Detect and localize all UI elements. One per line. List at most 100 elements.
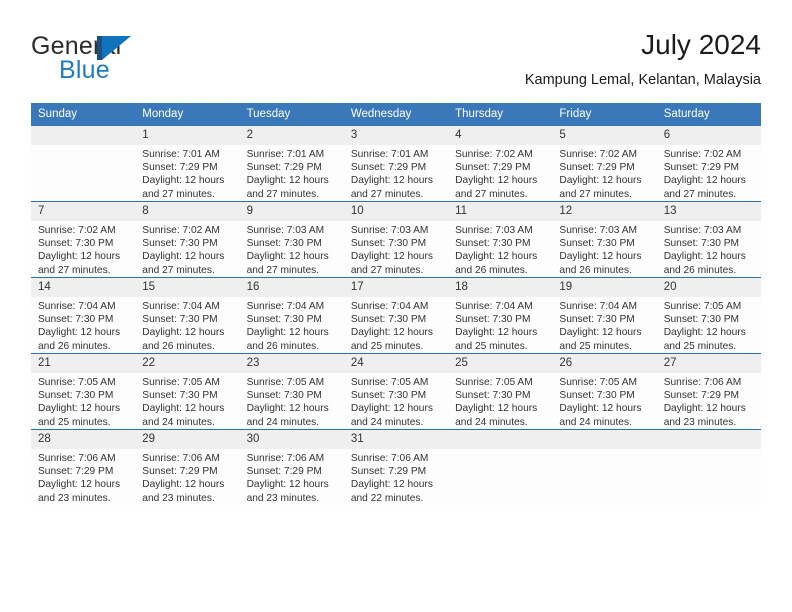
- weekday-header-monday: Monday: [135, 103, 240, 126]
- sunrise-text: Sunrise: 7:01 AM: [350, 149, 429, 160]
- day-number: 6: [656, 126, 761, 145]
- sunset-text: Sunset: 7:29 PM: [246, 466, 322, 478]
- sunrise-text: Sunrise: 7:02 AM: [38, 225, 116, 236]
- weekday-header-wednesday: Wednesday: [343, 103, 449, 126]
- day-cell[interactable]: 7 Sunrise: 7:02 AM Sunset: 7:30 PM Dayli…: [31, 201, 136, 278]
- day-details: Sunrise: 7:03 AM Sunset: 7:30 PM Dayligh…: [552, 221, 656, 277]
- sunset-text: Sunset: 7:30 PM: [559, 390, 635, 402]
- day-details: Sunrise: 7:01 AM Sunset: 7:29 PM Dayligh…: [135, 145, 239, 201]
- daylight-text-line1: Daylight: 12 hours: [350, 479, 433, 491]
- day-number: 10: [343, 202, 449, 221]
- daylight-text-line1: Daylight: 12 hours: [559, 251, 642, 263]
- day-details: Sunrise: 7:06 AM Sunset: 7:29 PM Dayligh…: [135, 449, 239, 505]
- daylight-text-line1: Daylight: 12 hours: [663, 175, 746, 187]
- sunrise-text: Sunrise: 7:04 AM: [559, 301, 637, 312]
- day-number: 8: [135, 202, 240, 221]
- day-details: Sunrise: 7:03 AM Sunset: 7:30 PM Dayligh…: [448, 221, 552, 277]
- daylight-text-line2: and 25 minutes.: [38, 416, 111, 428]
- day-cell[interactable]: 6 Sunrise: 7:02 AM Sunset: 7:29 PM Dayli…: [656, 126, 761, 202]
- daylight-text-line1: Daylight: 12 hours: [350, 251, 433, 263]
- day-cell[interactable]: 23 Sunrise: 7:05 AM Sunset: 7:30 PM Dayl…: [239, 353, 344, 430]
- sunset-text: Sunset: 7:29 PM: [455, 162, 531, 174]
- day-cell[interactable]: 19 Sunrise: 7:04 AM Sunset: 7:30 PM Dayl…: [552, 277, 657, 354]
- day-cell[interactable]: 20 Sunrise: 7:05 AM Sunset: 7:30 PM Dayl…: [656, 277, 761, 354]
- day-cell[interactable]: 22 Sunrise: 7:05 AM Sunset: 7:30 PM Dayl…: [135, 353, 240, 430]
- day-details: Sunrise: 7:04 AM Sunset: 7:30 PM Dayligh…: [135, 297, 239, 353]
- day-number: 22: [135, 354, 240, 373]
- daylight-text-line1: Daylight: 12 hours: [38, 479, 121, 491]
- sunset-text: Sunset: 7:30 PM: [663, 238, 740, 250]
- day-cell[interactable]: 13 Sunrise: 7:03 AM Sunset: 7:30 PM Dayl…: [656, 201, 761, 278]
- sunrise-text: Sunrise: 7:02 AM: [455, 149, 533, 160]
- daylight-text-line2: and 27 minutes.: [142, 188, 215, 200]
- daylight-text-line2: and 25 minutes.: [559, 340, 632, 352]
- day-cell[interactable]: 25 Sunrise: 7:05 AM Sunset: 7:30 PM Dayl…: [448, 353, 553, 430]
- calendar-week-row: 1 Sunrise: 7:01 AM Sunset: 7:29 PM Dayli…: [31, 126, 761, 202]
- sunrise-text: Sunrise: 7:06 AM: [246, 453, 325, 464]
- daylight-text-line1: Daylight: 12 hours: [559, 175, 642, 187]
- day-cell[interactable]: 27 Sunrise: 7:06 AM Sunset: 7:29 PM Dayl…: [656, 353, 761, 430]
- day-number: 31: [343, 430, 449, 449]
- day-cell[interactable]: 28 Sunrise: 7:06 AM Sunset: 7:29 PM Dayl…: [31, 429, 136, 505]
- daylight-text-line2: and 25 minutes.: [350, 340, 424, 352]
- day-cell[interactable]: 29 Sunrise: 7:06 AM Sunset: 7:29 PM Dayl…: [135, 429, 240, 505]
- daylight-text-line1: Daylight: 12 hours: [246, 175, 329, 187]
- sunset-text: Sunset: 7:29 PM: [663, 162, 740, 174]
- day-cell[interactable]: 15 Sunrise: 7:04 AM Sunset: 7:30 PM Dayl…: [135, 277, 240, 354]
- daylight-text-line2: and 22 minutes.: [350, 492, 424, 504]
- calendar-week-row: 21 Sunrise: 7:05 AM Sunset: 7:30 PM Dayl…: [31, 353, 761, 430]
- page-header: General Blue July 2024 Kampung Lemal, Ke…: [31, 28, 761, 96]
- weekday-header-thursday: Thursday: [448, 103, 553, 126]
- day-cell[interactable]: 30 Sunrise: 7:06 AM Sunset: 7:29 PM Dayl…: [239, 429, 344, 505]
- sunset-text: Sunset: 7:29 PM: [350, 466, 427, 478]
- daylight-text-line1: Daylight: 12 hours: [559, 403, 642, 415]
- day-cell[interactable]: 11 Sunrise: 7:03 AM Sunset: 7:30 PM Dayl…: [448, 201, 553, 278]
- day-details: Sunrise: 7:06 AM Sunset: 7:29 PM Dayligh…: [657, 373, 761, 429]
- day-number: [31, 126, 136, 145]
- sunrise-text: Sunrise: 7:06 AM: [142, 453, 220, 464]
- day-cell[interactable]: 21 Sunrise: 7:05 AM Sunset: 7:30 PM Dayl…: [31, 353, 136, 430]
- weekday-header-friday: Friday: [552, 103, 657, 126]
- day-cell[interactable]: 10 Sunrise: 7:03 AM Sunset: 7:30 PM Dayl…: [343, 201, 449, 278]
- day-cell[interactable]: 3 Sunrise: 7:01 AM Sunset: 7:29 PM Dayli…: [343, 126, 449, 202]
- sunrise-sunset-calendar-table: Sunday Monday Tuesday Wednesday Thursday…: [31, 103, 761, 505]
- sunset-text: Sunset: 7:30 PM: [559, 314, 635, 326]
- day-cell[interactable]: 2 Sunrise: 7:01 AM Sunset: 7:29 PM Dayli…: [239, 126, 344, 202]
- sunrise-text: Sunrise: 7:03 AM: [350, 225, 429, 236]
- calendar-page: General Blue July 2024 Kampung Lemal, Ke…: [0, 0, 792, 612]
- day-cell[interactable]: 9 Sunrise: 7:03 AM Sunset: 7:30 PM Dayli…: [239, 201, 344, 278]
- day-cell[interactable]: 24 Sunrise: 7:05 AM Sunset: 7:30 PM Dayl…: [343, 353, 449, 430]
- day-cell[interactable]: 26 Sunrise: 7:05 AM Sunset: 7:30 PM Dayl…: [552, 353, 657, 430]
- day-details: Sunrise: 7:06 AM Sunset: 7:29 PM Dayligh…: [344, 449, 448, 505]
- daylight-text-line2: and 27 minutes.: [663, 188, 737, 200]
- day-cell[interactable]: 31 Sunrise: 7:06 AM Sunset: 7:29 PM Dayl…: [343, 429, 449, 505]
- sunset-text: Sunset: 7:29 PM: [246, 162, 322, 174]
- day-cell[interactable]: 12 Sunrise: 7:03 AM Sunset: 7:30 PM Dayl…: [552, 201, 657, 278]
- day-cell[interactable]: 18 Sunrise: 7:04 AM Sunset: 7:30 PM Dayl…: [448, 277, 553, 354]
- day-number: 25: [448, 354, 553, 373]
- day-details: Sunrise: 7:05 AM Sunset: 7:30 PM Dayligh…: [552, 373, 656, 429]
- day-details: Sunrise: 7:02 AM Sunset: 7:30 PM Dayligh…: [135, 221, 239, 277]
- day-number: 17: [343, 278, 449, 297]
- sunrise-text: Sunrise: 7:05 AM: [455, 377, 533, 388]
- day-number: 29: [135, 430, 240, 449]
- day-cell[interactable]: 8 Sunrise: 7:02 AM Sunset: 7:30 PM Dayli…: [135, 201, 240, 278]
- day-cell[interactable]: 1 Sunrise: 7:01 AM Sunset: 7:29 PM Dayli…: [135, 126, 240, 202]
- day-number: 9: [239, 202, 344, 221]
- day-details: Sunrise: 7:02 AM Sunset: 7:29 PM Dayligh…: [448, 145, 552, 201]
- page-title: July 2024: [641, 29, 761, 60]
- day-number: 5: [552, 126, 657, 145]
- day-details: Sunrise: 7:03 AM Sunset: 7:30 PM Dayligh…: [657, 221, 761, 277]
- day-cell[interactable]: 5 Sunrise: 7:02 AM Sunset: 7:29 PM Dayli…: [552, 126, 657, 202]
- day-cell[interactable]: 16 Sunrise: 7:04 AM Sunset: 7:30 PM Dayl…: [239, 277, 344, 354]
- daylight-text-line2: and 24 minutes.: [246, 416, 320, 428]
- day-number: [656, 430, 761, 449]
- day-cell[interactable]: 17 Sunrise: 7:04 AM Sunset: 7:30 PM Dayl…: [343, 277, 449, 354]
- day-number: 11: [448, 202, 553, 221]
- day-cell[interactable]: 14 Sunrise: 7:04 AM Sunset: 7:30 PM Dayl…: [31, 277, 136, 354]
- sunset-text: Sunset: 7:30 PM: [142, 314, 218, 326]
- general-blue-logo[interactable]: General Blue: [31, 32, 261, 90]
- day-cell[interactable]: 4 Sunrise: 7:02 AM Sunset: 7:29 PM Dayli…: [448, 126, 553, 202]
- day-details: Sunrise: 7:02 AM Sunset: 7:29 PM Dayligh…: [657, 145, 761, 201]
- day-number: 20: [656, 278, 761, 297]
